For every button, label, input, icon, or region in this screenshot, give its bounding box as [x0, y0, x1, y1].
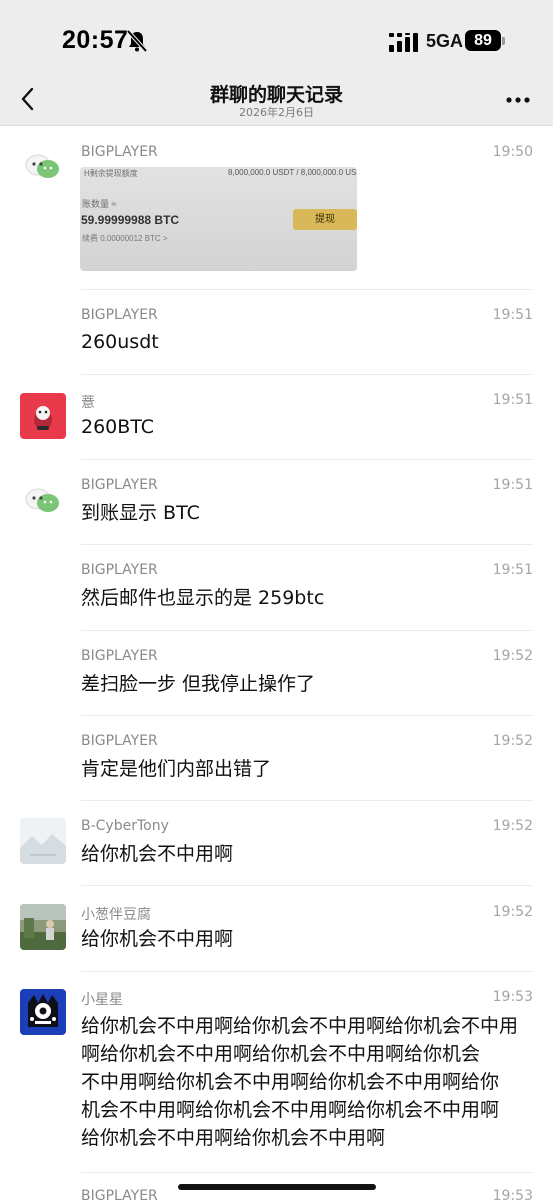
- message-sender: B-CyberTony: [81, 818, 169, 834]
- red-avatar-icon[interactable]: [20, 393, 66, 439]
- message-time: 19:50: [492, 144, 533, 160]
- divider: [81, 630, 533, 631]
- monster-avatar-icon[interactable]: [20, 989, 66, 1035]
- wechat-avatar-icon[interactable]: [20, 477, 66, 523]
- message-sender: BIGPLAYER: [81, 562, 158, 578]
- card-label-remaining: H剩余提现额度: [84, 169, 138, 178]
- card-label-amount: 账数量 ≈: [82, 199, 117, 209]
- message-sender: BIGPLAYER: [81, 733, 158, 749]
- signal-icon: [389, 33, 418, 52]
- battery-tip: [502, 37, 505, 45]
- card-fee: 续费 0.00000012 BTC >: [82, 234, 168, 243]
- message-time: 19:52: [492, 904, 533, 920]
- message-sender: BIGPLAYER: [81, 1188, 158, 1200]
- landscape-avatar-icon[interactable]: [20, 818, 66, 864]
- message-time: 19:52: [492, 648, 533, 664]
- divider: [81, 971, 533, 972]
- divider: [81, 459, 533, 460]
- message-time: 19:53: [492, 989, 533, 1005]
- message-time: 19:52: [492, 818, 533, 834]
- more-dots-icon[interactable]: [505, 96, 531, 104]
- message-time: 19:51: [492, 477, 533, 493]
- message-text-line: 给你机会不中用啊给你机会不中用啊给你机会不中用: [81, 1015, 519, 1037]
- status-time: 20:57: [62, 26, 129, 54]
- message-text-line: 机会不中用啊给你机会不中用啊给你机会不中用啊: [81, 1099, 500, 1121]
- home-indicator[interactable]: [178, 1184, 376, 1190]
- message-text: 然后邮件也显示的是 259btc: [81, 587, 325, 609]
- divider: [81, 374, 533, 375]
- message-time: 19:53: [492, 1188, 533, 1200]
- divider: [81, 1172, 533, 1173]
- image-attachment[interactable]: H剩余提现额度 8,000,000.0 USDT / 8,000,000.0 U…: [80, 167, 357, 271]
- message-time: 19:52: [492, 733, 533, 749]
- page-title: 群聊的聊天记录: [209, 84, 343, 106]
- message-text: 260BTC: [81, 416, 155, 438]
- wechat-avatar-icon[interactable]: [20, 143, 66, 189]
- divider: [81, 544, 533, 545]
- divider: [81, 800, 533, 801]
- network-type: 5GA: [426, 31, 464, 51]
- message-time: 19:51: [492, 562, 533, 578]
- message-sender: BIGPLAYER: [81, 477, 158, 493]
- message-sender: 小葱伴豆腐: [81, 907, 151, 923]
- message-time: 19:51: [492, 307, 533, 323]
- status-bar: 20:57 5GA 89: [0, 0, 553, 80]
- message-text-line: 不中用啊给你机会不中用啊给你机会不中用啊给你: [81, 1071, 500, 1093]
- message-text-line: 啊给你机会不中用啊给你机会不中用啊给你机会: [81, 1043, 481, 1065]
- page-subtitle-date: 2026年2月6日: [239, 106, 314, 119]
- divider: [81, 885, 533, 886]
- message-text: 260usdt: [81, 331, 159, 353]
- nav-bar: 群聊的聊天记录 2026年2月6日: [0, 80, 553, 126]
- message-sender: BIGPLAYER: [81, 144, 158, 160]
- message-time: 19:51: [492, 392, 533, 408]
- message-text: 给你机会不中用啊: [81, 928, 234, 950]
- message-sender: 薏: [81, 395, 95, 411]
- divider: [81, 715, 533, 716]
- message-sender: 小星星: [81, 992, 123, 1008]
- photo-avatar-icon[interactable]: [20, 904, 66, 950]
- battery-indicator: 89: [465, 30, 501, 51]
- message-text: 给你机会不中用啊: [81, 843, 234, 865]
- card-withdraw-button: 提现: [293, 209, 357, 230]
- message-text-line: 给你机会不中用啊给你机会不中用啊: [81, 1127, 386, 1149]
- message-sender: BIGPLAYER: [81, 307, 158, 323]
- message-text: 差扫脸一步 但我停止操作了: [81, 673, 316, 695]
- message-sender: BIGPLAYER: [81, 648, 158, 664]
- divider: [81, 289, 533, 290]
- message-text: 到账显示 BTC: [81, 502, 200, 524]
- message-text: 肯定是他们内部出错了: [81, 758, 272, 780]
- card-limit-value: 8,000,000.0 USDT / 8,000,000.0 USD: [228, 168, 357, 177]
- card-amount: 59.99999988 BTC: [81, 213, 180, 227]
- bell-slash-icon: [126, 29, 148, 53]
